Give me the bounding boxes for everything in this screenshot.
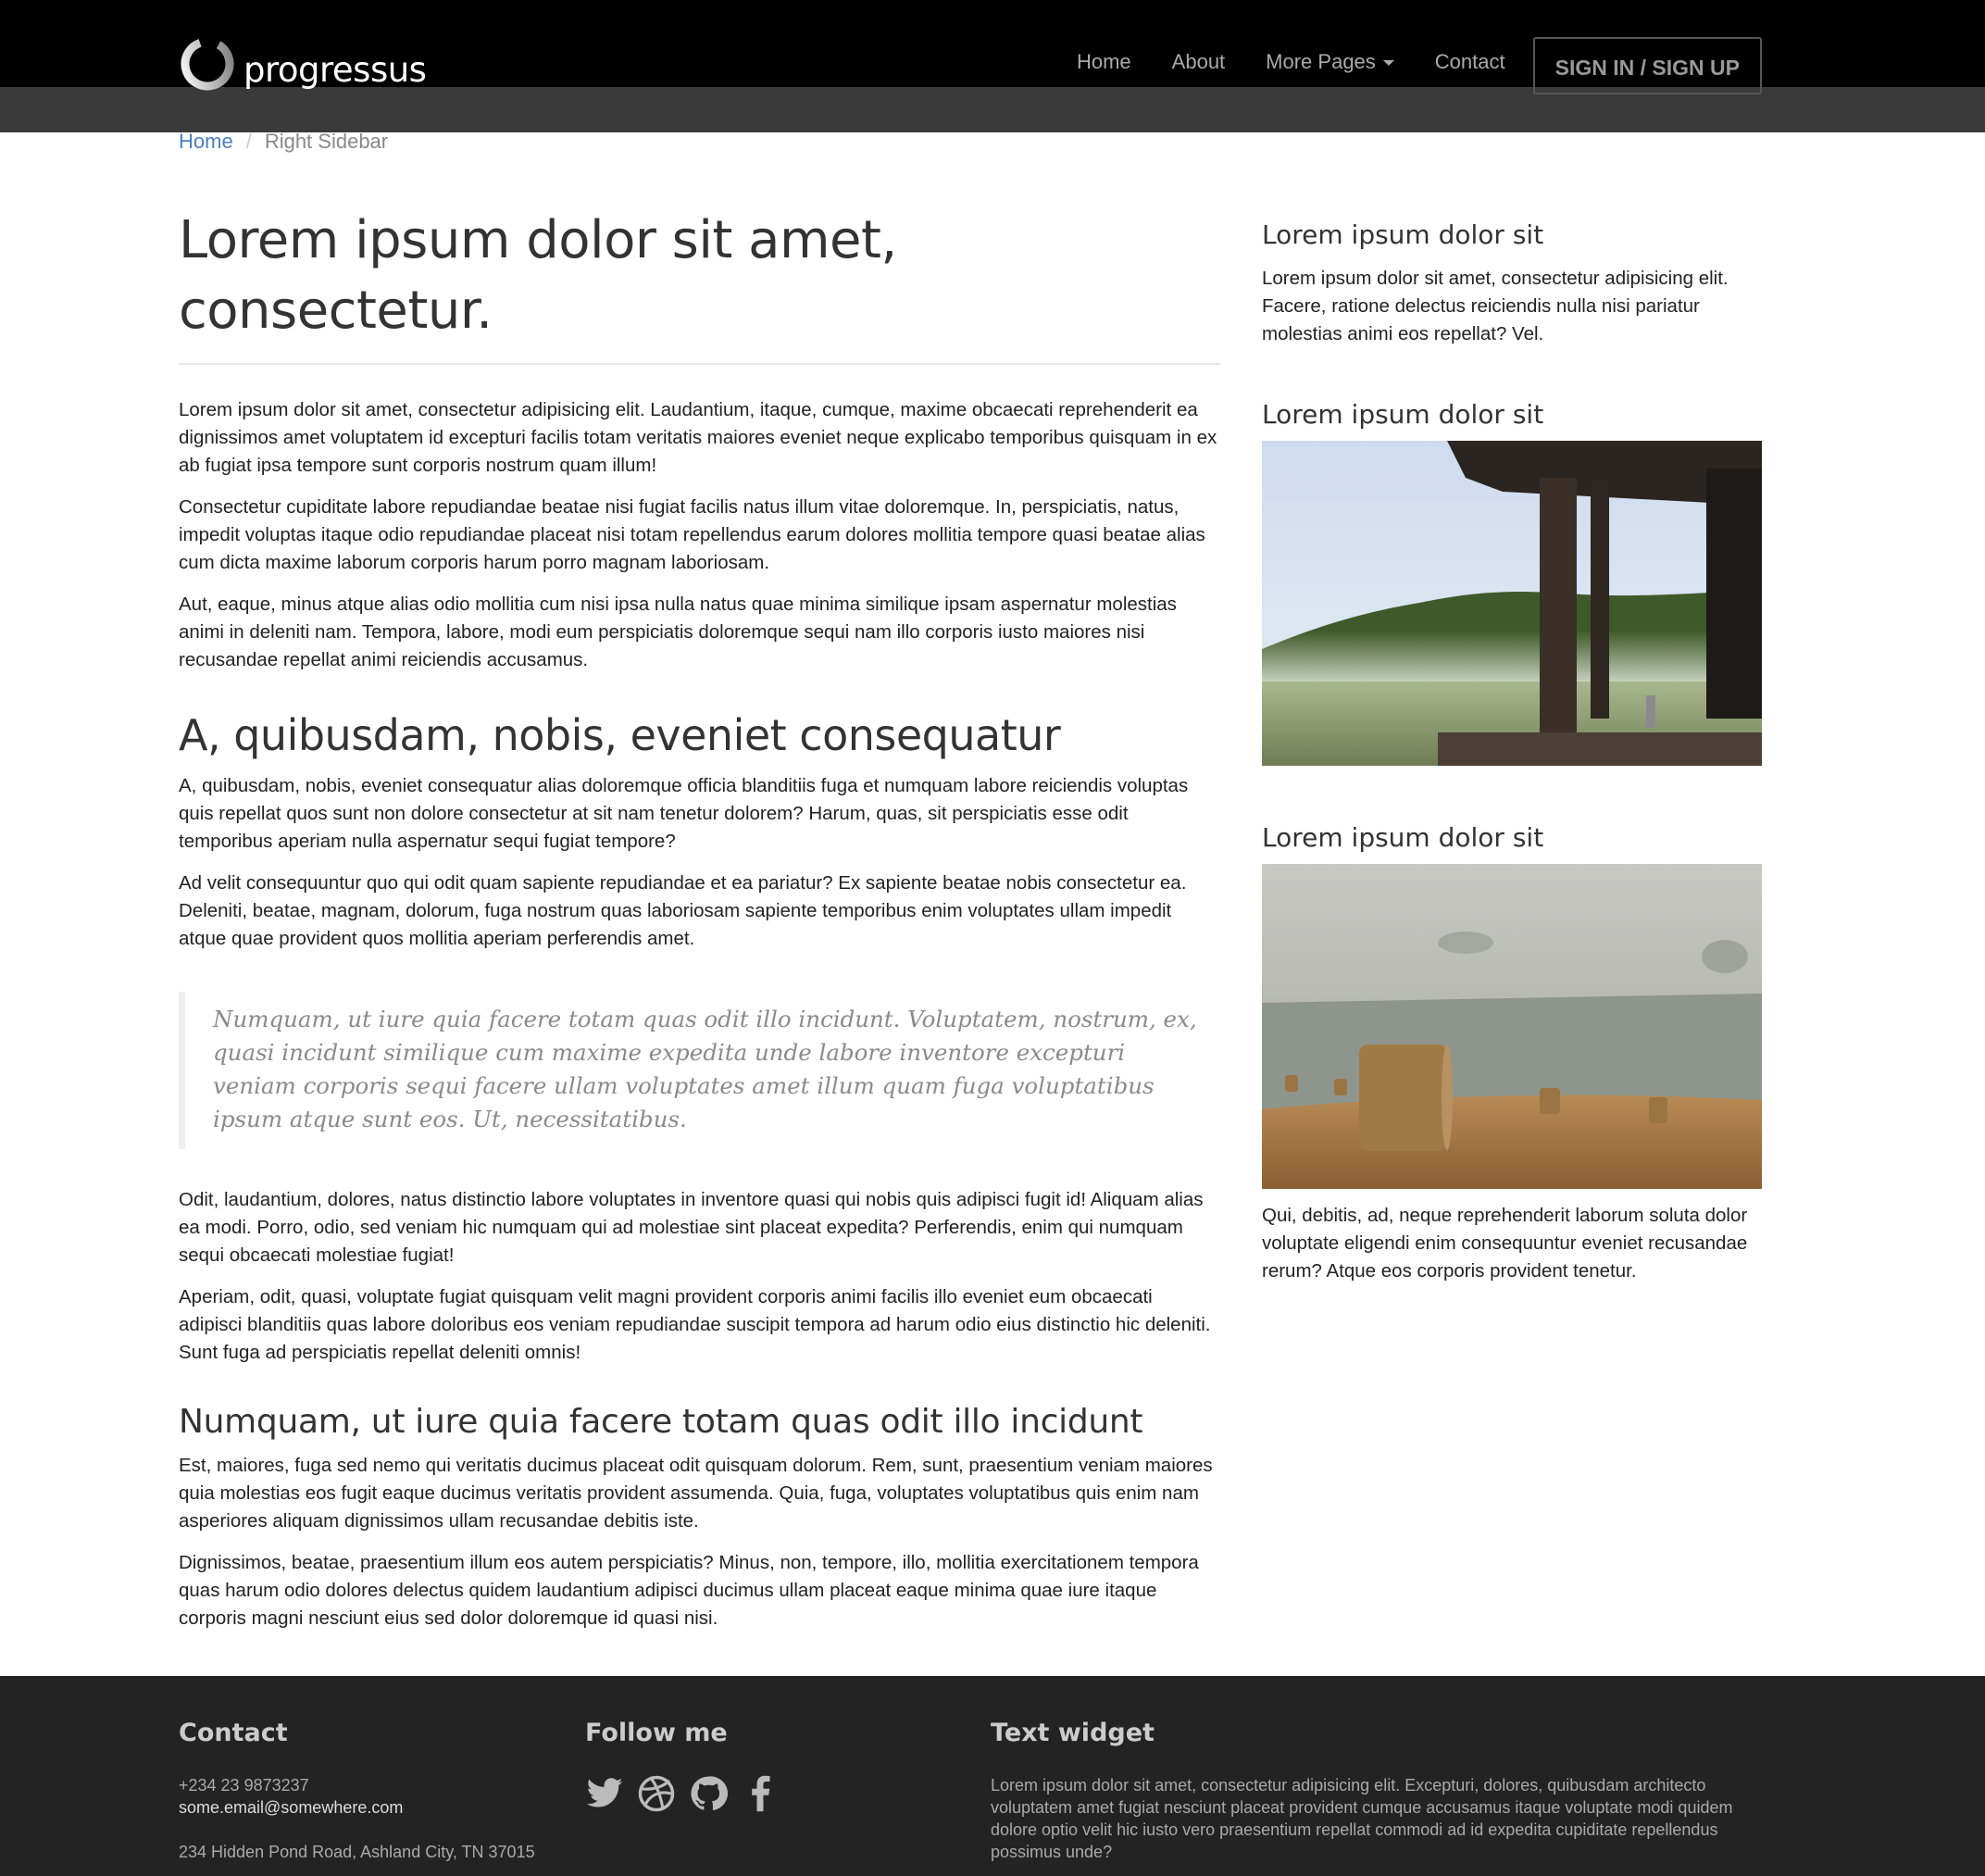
footer-title: Follow me xyxy=(585,1719,728,1747)
blockquote: Numquam, ut iure quia facere totam quas … xyxy=(179,992,1220,1149)
footer-title: Contact xyxy=(179,1719,288,1747)
paragraph: Consectetur cupiditate labore repudianda… xyxy=(179,496,1205,573)
nav-more-pages[interactable]: More Pages xyxy=(1245,35,1415,72)
breadcrumb-separator: / xyxy=(245,130,252,153)
twitter-icon[interactable] xyxy=(585,1774,624,1813)
main-nav: Home About More Pages Contact SIGN IN / … xyxy=(1056,35,1762,94)
article: Lorem ipsum dolor sit amet, consectetur.… xyxy=(179,206,1220,1646)
social-links xyxy=(585,1774,937,1813)
blockquote-text: Numquam, ut iure quia facere totam quas … xyxy=(213,1006,1197,1132)
sidebar-widget-image-field: Lorem ipsum dolor sit Qui, debitis, ad, … xyxy=(1262,818,1762,1285)
section-heading: Numquam, ut iure quia facere totam quas … xyxy=(179,1403,1143,1441)
sidebar-widget-image-lake: Lorem ipsum dolor sit xyxy=(1262,394,1762,766)
widget-title: Lorem ipsum dolor sit xyxy=(1262,822,1544,853)
footer-title: Text widget xyxy=(991,1719,1155,1747)
paragraph: Odit, laudantium, dolores, natus distinc… xyxy=(179,1189,1204,1266)
hay-bales-image xyxy=(1262,864,1762,1189)
brand-logo-link[interactable]: progressus xyxy=(179,31,427,93)
widget-text: Lorem ipsum dolor sit amet, consectetur … xyxy=(1262,268,1729,344)
breadcrumb-current: Right Sidebar xyxy=(264,130,389,153)
lake-dock-image xyxy=(1262,441,1762,766)
footer-follow: Follow me xyxy=(585,1713,937,1813)
nav-contact[interactable]: Contact xyxy=(1415,35,1526,72)
footer-contact: Contact +234 23 9873237 some.email@somew… xyxy=(179,1713,549,1863)
facebook-icon[interactable] xyxy=(741,1774,780,1813)
sidebar-widget-text: Lorem ipsum dolor sit Lorem ipsum dolor … xyxy=(1262,215,1762,348)
dribbble-icon[interactable] xyxy=(637,1774,676,1813)
nav-more-pages-label: More Pages xyxy=(1266,50,1376,73)
section-heading: A, quibusdam, nobis, eveniet consequatur xyxy=(179,710,1061,760)
breadcrumb-home[interactable]: Home xyxy=(179,130,233,154)
brand-name: progressus xyxy=(243,50,427,90)
paragraph: Est, maiores, fuga sed nemo qui veritati… xyxy=(179,1455,1213,1532)
paragraph: Ad velit consequuntur quo qui odit quam … xyxy=(179,872,1187,949)
breadcrumb: Home / Right Sidebar xyxy=(179,130,388,154)
sign-in-button[interactable]: SIGN IN / SIGN UP xyxy=(1532,37,1762,94)
title-divider xyxy=(179,363,1220,365)
footer-widget-text: Lorem ipsum dolor sit amet, consectetur … xyxy=(991,1776,1733,1861)
paragraph: A, quibusdam, nobis, eveniet consequatur… xyxy=(179,775,1189,852)
paragraph: Aperiam, odit, quasi, voluptate fugiat q… xyxy=(179,1286,1211,1363)
paragraph: Dignissimos, beatae, praesentium illum e… xyxy=(179,1552,1199,1629)
paragraph: Lorem ipsum dolor sit amet, consectetur … xyxy=(179,399,1217,476)
footer-phone: +234 23 9873237 xyxy=(179,1776,309,1795)
footer-text-widget: Text widget Lorem ipsum dolor sit amet, … xyxy=(991,1713,1759,1863)
nav-home[interactable]: Home xyxy=(1056,35,1152,72)
nav-about[interactable]: About xyxy=(1152,35,1246,72)
widget-title: Lorem ipsum dolor sit xyxy=(1262,219,1544,250)
github-icon[interactable] xyxy=(689,1774,728,1813)
caret-down-icon xyxy=(1382,60,1394,67)
widget-text: Qui, debitis, ad, neque reprehenderit la… xyxy=(1262,1205,1748,1282)
footer-address: 234 Hidden Pond Road, Ashland City, TN 3… xyxy=(179,1843,535,1861)
page-title: Lorem ipsum dolor sit amet, consectetur. xyxy=(179,210,897,341)
sidebar: Lorem ipsum dolor sit Lorem ipsum dolor … xyxy=(1262,215,1762,1285)
footer: Contact +234 23 9873237 some.email@somew… xyxy=(0,1676,1985,1876)
paragraph: Aut, eaque, minus atque alias odio molli… xyxy=(179,594,1177,670)
footer-email-link[interactable]: some.email@somewhere.com xyxy=(179,1796,549,1819)
progressus-logo-icon xyxy=(181,37,234,91)
widget-title: Lorem ipsum dolor sit xyxy=(1262,399,1544,430)
